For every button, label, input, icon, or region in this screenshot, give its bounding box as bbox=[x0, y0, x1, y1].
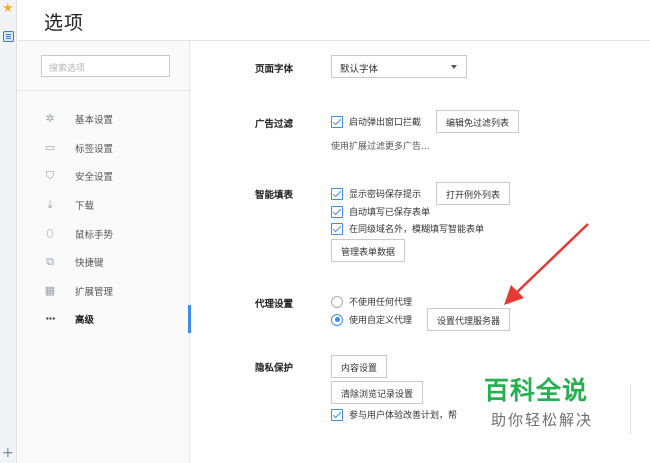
options-page: ★ + 选项 搜索选项 ✲ 基本设置 ▭ 标签设置 ⛉ 安全设置 ⤓ 下载 ⬯ … bbox=[0, 0, 650, 463]
watermark-subtitle: 助你轻松解决 bbox=[491, 411, 594, 429]
scroll-divider bbox=[630, 384, 631, 434]
arrow-line bbox=[512, 223, 589, 297]
watermark-title: 百科全说 bbox=[484, 376, 589, 405]
